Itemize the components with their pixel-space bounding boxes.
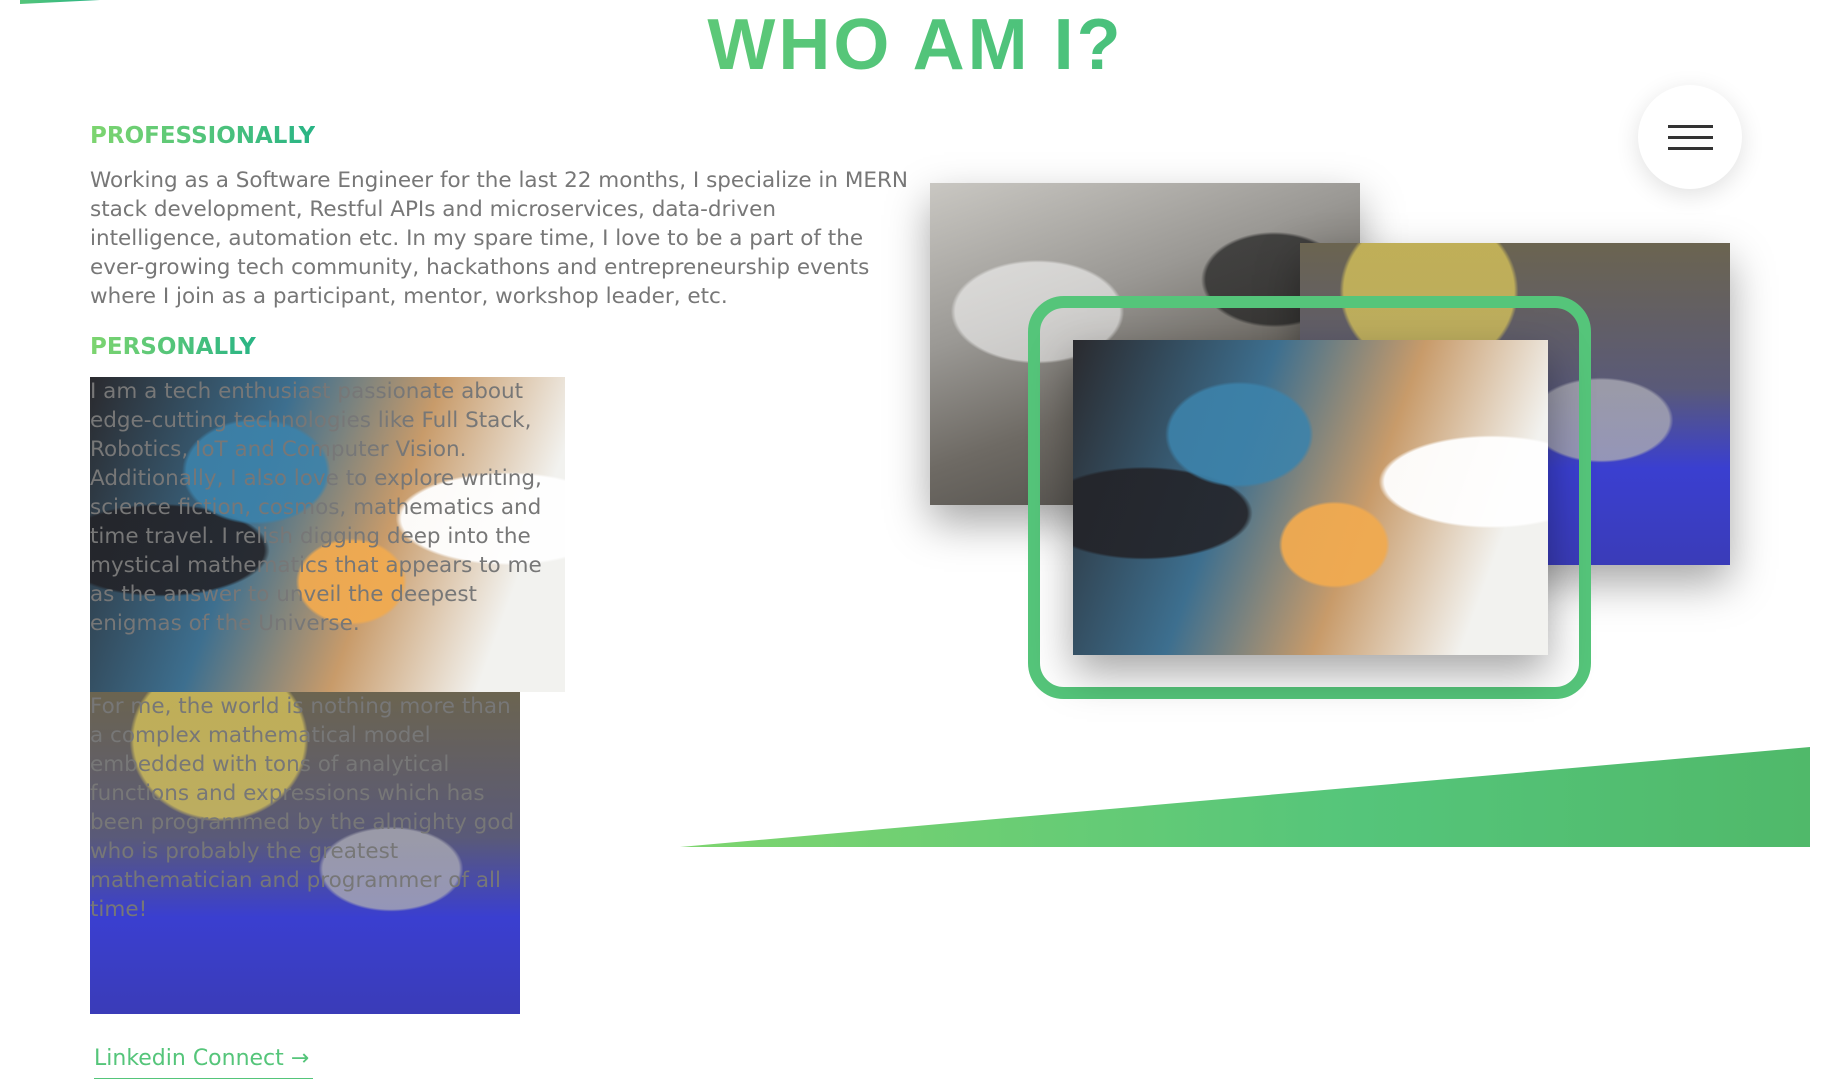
photo-workshop-mentoring[interactable] <box>1073 340 1548 655</box>
about-text-column: PROFESSIONALLY Working as a Software Eng… <box>90 118 910 1079</box>
hamburger-menu-icon <box>1668 125 1713 128</box>
hamburger-menu-icon-line <box>1668 147 1713 150</box>
professionally-paragraph: Working as a Software Engineer for the l… <box>90 168 909 309</box>
hamburger-menu-icon-line <box>1668 136 1713 139</box>
personally-paragraph-2: For me, the world is nothing more than a… <box>90 692 520 1014</box>
menu-button[interactable] <box>1638 85 1742 189</box>
professionally-heading: PROFESSIONALLY <box>90 118 315 154</box>
personally-paragraph: I am a tech enthusiast passionate about … <box>90 377 565 692</box>
section-title: WHO AM I? <box>0 2 1831 88</box>
personally-heading: PERSONALLY <box>90 329 256 365</box>
linkedin-connect-link[interactable]: Linkedin Connect → <box>94 1044 314 1079</box>
